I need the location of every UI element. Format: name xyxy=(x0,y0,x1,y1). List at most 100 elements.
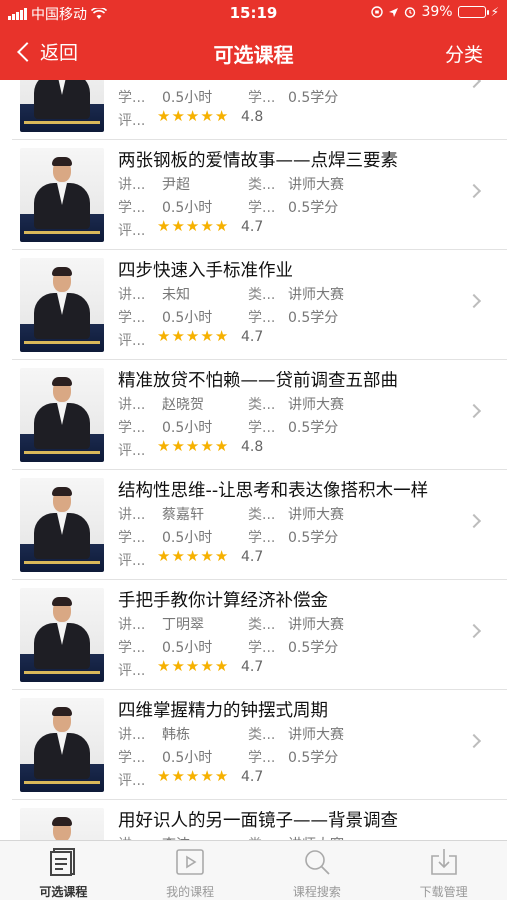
star-icon: ★ xyxy=(185,437,200,455)
star-icon: ★ xyxy=(171,437,185,455)
star-icon: ★ xyxy=(214,437,229,455)
hours-label: 学... xyxy=(118,530,146,546)
lecturer-label: 讲... xyxy=(118,397,146,413)
lecturer-name: 赵晓贺 xyxy=(162,397,204,413)
lecturer-name: 韩栋 xyxy=(162,727,190,743)
course-row[interactable]: 手把手教你计算经济补偿金 讲... 丁明翠 类... 讲师大赛 学... 0.5小时 学...… xyxy=(0,580,507,690)
hours-label: 学... xyxy=(118,640,146,656)
course-row[interactable]: 四步快速入手标准作业 讲... 未知 类... 讲师大赛 学... 0.5小时 学... 0.5… xyxy=(0,250,507,360)
chevron-right-icon xyxy=(466,183,482,199)
thumb-banner xyxy=(24,561,100,564)
course-row[interactable]: 用好识人的另一面镜子——背景调查讲...李洁类...讲师大赛 xyxy=(0,800,507,840)
thumb-hair xyxy=(52,487,72,496)
star-icon: ★ xyxy=(185,217,200,235)
thumb-hair xyxy=(52,817,72,826)
course-row[interactable]: 四维掌握精力的钟摆式周期 讲... 韩栋 类... 讲师大赛 学... 0.5小时 学... 0… xyxy=(0,690,507,800)
star-icon: ★ xyxy=(171,107,185,125)
nav-bar: 返回 可选课程 分类 xyxy=(0,26,507,80)
course-type: 讲师大赛 xyxy=(288,177,344,193)
star-icon: ★ xyxy=(171,547,185,565)
battery-icon xyxy=(457,6,489,18)
star-icon: ★ xyxy=(157,657,171,675)
course-hours: 0.5小时 xyxy=(162,310,213,326)
charging-icon: ⚡ xyxy=(490,5,499,19)
course-title: 用好识人的另一面镜子——背景调查 xyxy=(118,811,398,831)
page-title: 可选课程 xyxy=(213,43,294,67)
thumb-banner xyxy=(24,341,100,344)
credit-label: 学... xyxy=(248,200,276,216)
star-icon: ★ xyxy=(157,327,171,345)
lecturer-label: 讲... xyxy=(118,617,146,633)
star-icon: ★ xyxy=(214,657,229,675)
tab-label: 下载管理 xyxy=(419,885,468,899)
rotation-lock-icon xyxy=(371,6,384,18)
type-label: 类... xyxy=(248,177,276,193)
thumb-hair xyxy=(52,157,72,166)
thumb-banner xyxy=(24,231,100,234)
chevron-right-icon xyxy=(466,733,482,749)
star-icon: ★ xyxy=(157,547,171,565)
star-icon: ★ xyxy=(200,437,214,455)
star-icon: ★ xyxy=(214,217,229,235)
book-list-icon xyxy=(50,848,76,876)
course-row[interactable]: 结构性思维--让思考和表达像搭积木一样 讲... 蔡嘉轩 类... 讲师大赛 学... 0.… xyxy=(0,470,507,580)
lecturer-thumbnail xyxy=(20,148,104,242)
rating-label: 评... xyxy=(118,333,146,349)
course-list[interactable]: 学... 0.5小时 学... 0.5学分 评... ★ ★ ★ ★ ★ 4.8 两张钢板的爱情故事—… xyxy=(0,80,507,840)
lecturer-thumbnail xyxy=(20,808,104,840)
type-label: 类... xyxy=(248,617,276,633)
lecturer-label: 讲... xyxy=(118,287,146,303)
star-icon: ★ xyxy=(214,107,229,125)
course-credit: 0.5学分 xyxy=(288,640,339,656)
tab-bar: 可选课程 我的课程 课程搜索 下载管理 xyxy=(0,840,507,900)
star-icon: ★ xyxy=(185,107,200,125)
rating-value: 4.8 xyxy=(241,439,264,455)
search-icon xyxy=(305,850,330,875)
rating-label: 评... xyxy=(118,553,146,569)
course-row[interactable]: 两张钢板的爱情故事——点焊三要素 讲... 尹超 类... 讲师大赛 学... 0.5小时学… xyxy=(0,140,507,250)
lecturer-thumbnail xyxy=(20,698,104,792)
lecturer-label: 讲... xyxy=(118,507,146,523)
course-credit: 0.5学分 xyxy=(288,310,339,326)
credit-label: 学... xyxy=(248,310,276,326)
star-icon: ★ xyxy=(200,547,214,565)
star-icon: ★ xyxy=(200,767,214,785)
rating-value: 4.7 xyxy=(241,219,264,235)
thumb-hair xyxy=(52,377,72,386)
rating-label: 评... xyxy=(118,443,146,459)
course-credit: 0.5学分 xyxy=(288,750,339,766)
type-label: 类... xyxy=(248,287,276,303)
thumb-banner xyxy=(24,671,100,674)
course-hours: 0.5小时 xyxy=(162,90,213,106)
tab-course-search[interactable]: 课程搜索 xyxy=(254,841,381,900)
tab-my-courses[interactable]: 我的课程 xyxy=(127,841,254,900)
star-icon: ★ xyxy=(200,107,214,125)
category-button[interactable]: 分类 xyxy=(445,40,483,67)
tab-label: 课程搜索 xyxy=(292,885,341,899)
rating-stars: ★ ★ ★ ★ ★ xyxy=(157,328,228,344)
credit-label: 学... xyxy=(248,750,276,766)
lecturer-name: 尹超 xyxy=(162,177,190,193)
course-row[interactable]: 学... 0.5小时 学... 0.5学分 评... ★ ★ ★ ★ ★ 4.8 xyxy=(0,80,507,140)
tab-available-courses[interactable]: 可选课程 xyxy=(0,841,127,900)
thumb-hair xyxy=(52,707,72,716)
alarm-icon xyxy=(405,7,416,18)
lecturer-name: 蔡嘉轩 xyxy=(162,507,204,523)
tab-label: 我的课程 xyxy=(166,885,215,899)
rating-value: 4.7 xyxy=(241,659,264,675)
tab-download-manager[interactable]: 下载管理 xyxy=(380,841,507,900)
thumb-banner xyxy=(24,121,100,124)
status-right: 39% ⚡ xyxy=(371,4,499,20)
play-icon xyxy=(176,849,204,875)
course-title: 四维掌握精力的钟摆式周期 xyxy=(118,701,328,721)
rating-label: 评... xyxy=(118,663,146,679)
star-icon: ★ xyxy=(185,327,200,345)
lecturer-label: 讲... xyxy=(118,177,146,193)
rating-value: 4.8 xyxy=(241,109,264,125)
star-icon: ★ xyxy=(185,767,200,785)
course-row[interactable]: 精准放贷不怕赖——贷前调查五部曲 讲... 赵晓贺 类... 讲师大赛 学... 0.5小时… xyxy=(0,360,507,470)
course-title: 手把手教你计算经济补偿金 xyxy=(118,591,328,611)
thumb-banner xyxy=(24,451,100,454)
chevron-right-icon xyxy=(466,623,482,639)
type-label: 类... xyxy=(248,727,276,743)
